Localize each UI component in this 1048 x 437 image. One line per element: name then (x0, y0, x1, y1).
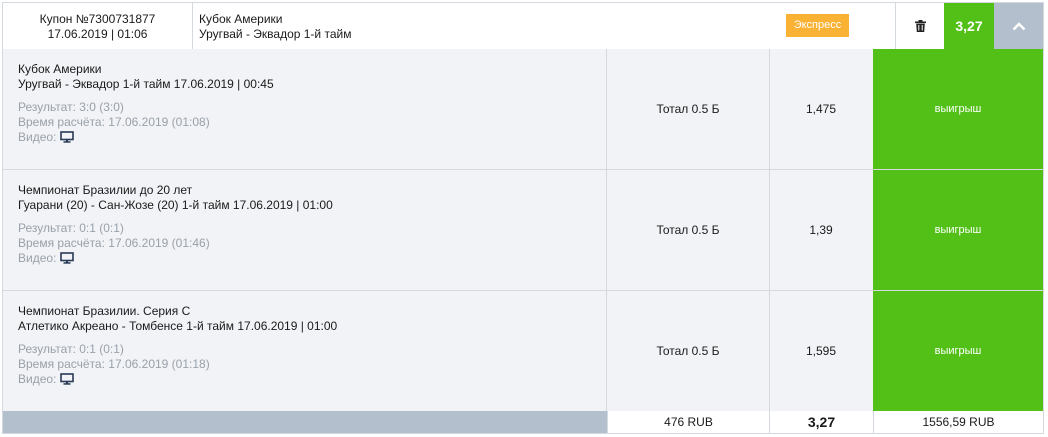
event-market: Тотал 0.5 Б (607, 291, 770, 411)
event-row: Чемпионат Бразилии до 20 лет Гуарани (20… (3, 170, 1043, 291)
coupon-footer: 476 RUB 3,27 1556,59 RUB (3, 411, 1043, 433)
event-result: Результат: 3:0 (3:0) (18, 100, 124, 114)
event-tournament: Кубок Америки (18, 62, 102, 76)
trash-icon (914, 20, 926, 32)
monitor-icon[interactable] (60, 252, 75, 264)
coupon-number: Купон №7300731877 (39, 12, 156, 26)
event-list: Кубок Америки Уругвай - Эквадор 1-й тайм… (3, 49, 1043, 412)
delete-coupon-button[interactable] (895, 3, 944, 49)
event-video: Видео: (18, 372, 606, 387)
event-row: Чемпионат Бразилии. Серия С Атлетико Акр… (3, 291, 1043, 412)
coupon-card: Купон №7300731877 17.06.2019 | 01:06 Куб… (2, 2, 1044, 434)
event-video: Видео: (18, 251, 606, 266)
event-video: Видео: (18, 130, 606, 145)
event-tournament: Чемпионат Бразилии до 20 лет (18, 183, 193, 197)
coupon-header[interactable]: Купон №7300731877 17.06.2019 | 01:06 Куб… (3, 3, 1043, 50)
video-label: Видео: (18, 372, 57, 386)
event-market: Тотал 0.5 Б (607, 170, 770, 290)
event-market: Тотал 0.5 Б (607, 49, 770, 169)
event-status: выигрыш (873, 291, 1043, 411)
coupon-date: 17.06.2019 | 01:06 (47, 27, 148, 41)
event-result: Результат: 0:1 (0:1) (18, 342, 124, 356)
chevron-up-icon (1012, 21, 1025, 30)
coupon-id-cell: Купон №7300731877 17.06.2019 | 01:06 (3, 3, 193, 49)
win-amount: 1556,59 RUB (873, 411, 1043, 433)
event-match: Уругвай - Эквадор 1-й тайм 17.06.2019 | … (18, 77, 274, 91)
video-label: Видео: (18, 130, 57, 144)
coupon-total-odds: 3,27 (944, 3, 994, 49)
monitor-icon[interactable] (60, 373, 75, 385)
event-settle-time: Время расчёта: 17.06.2019 (01:18) (18, 357, 210, 371)
event-status: выигрыш (873, 170, 1043, 290)
footer-total-odds: 3,27 (769, 411, 873, 433)
event-result: Результат: 0:1 (0:1) (18, 221, 124, 235)
event-coefficient: 1,595 (769, 291, 874, 411)
stake-amount: 476 RUB (607, 411, 769, 433)
event-coefficient: 1,475 (769, 49, 874, 169)
event-match: Атлетико Акреано - Томбенсе 1-й тайм 17.… (18, 319, 338, 333)
monitor-icon[interactable] (60, 131, 75, 143)
event-coefficient: 1,39 (769, 170, 874, 290)
event-info: Чемпионат Бразилии. Серия С Атлетико Акр… (3, 291, 607, 411)
event-status: выигрыш (873, 49, 1043, 169)
event-tournament: Чемпионат Бразилии. Серия С (18, 304, 191, 318)
event-info: Чемпионат Бразилии до 20 лет Гуарани (20… (3, 170, 607, 290)
event-match: Гуарани (20) - Сан-Жозе (20) 1-й тайм 17… (18, 198, 333, 212)
event-row: Кубок Америки Уругвай - Эквадор 1-й тайм… (3, 49, 1043, 170)
event-settle-time: Время расчёта: 17.06.2019 (01:46) (18, 236, 210, 250)
video-label: Видео: (18, 251, 57, 265)
event-settle-time: Время расчёта: 17.06.2019 (01:08) (18, 115, 210, 129)
event-info: Кубок Америки Уругвай - Эквадор 1-й тайм… (3, 49, 607, 169)
bet-type-badge: Экспресс (786, 14, 849, 37)
collapse-toggle-button[interactable] (994, 3, 1043, 49)
